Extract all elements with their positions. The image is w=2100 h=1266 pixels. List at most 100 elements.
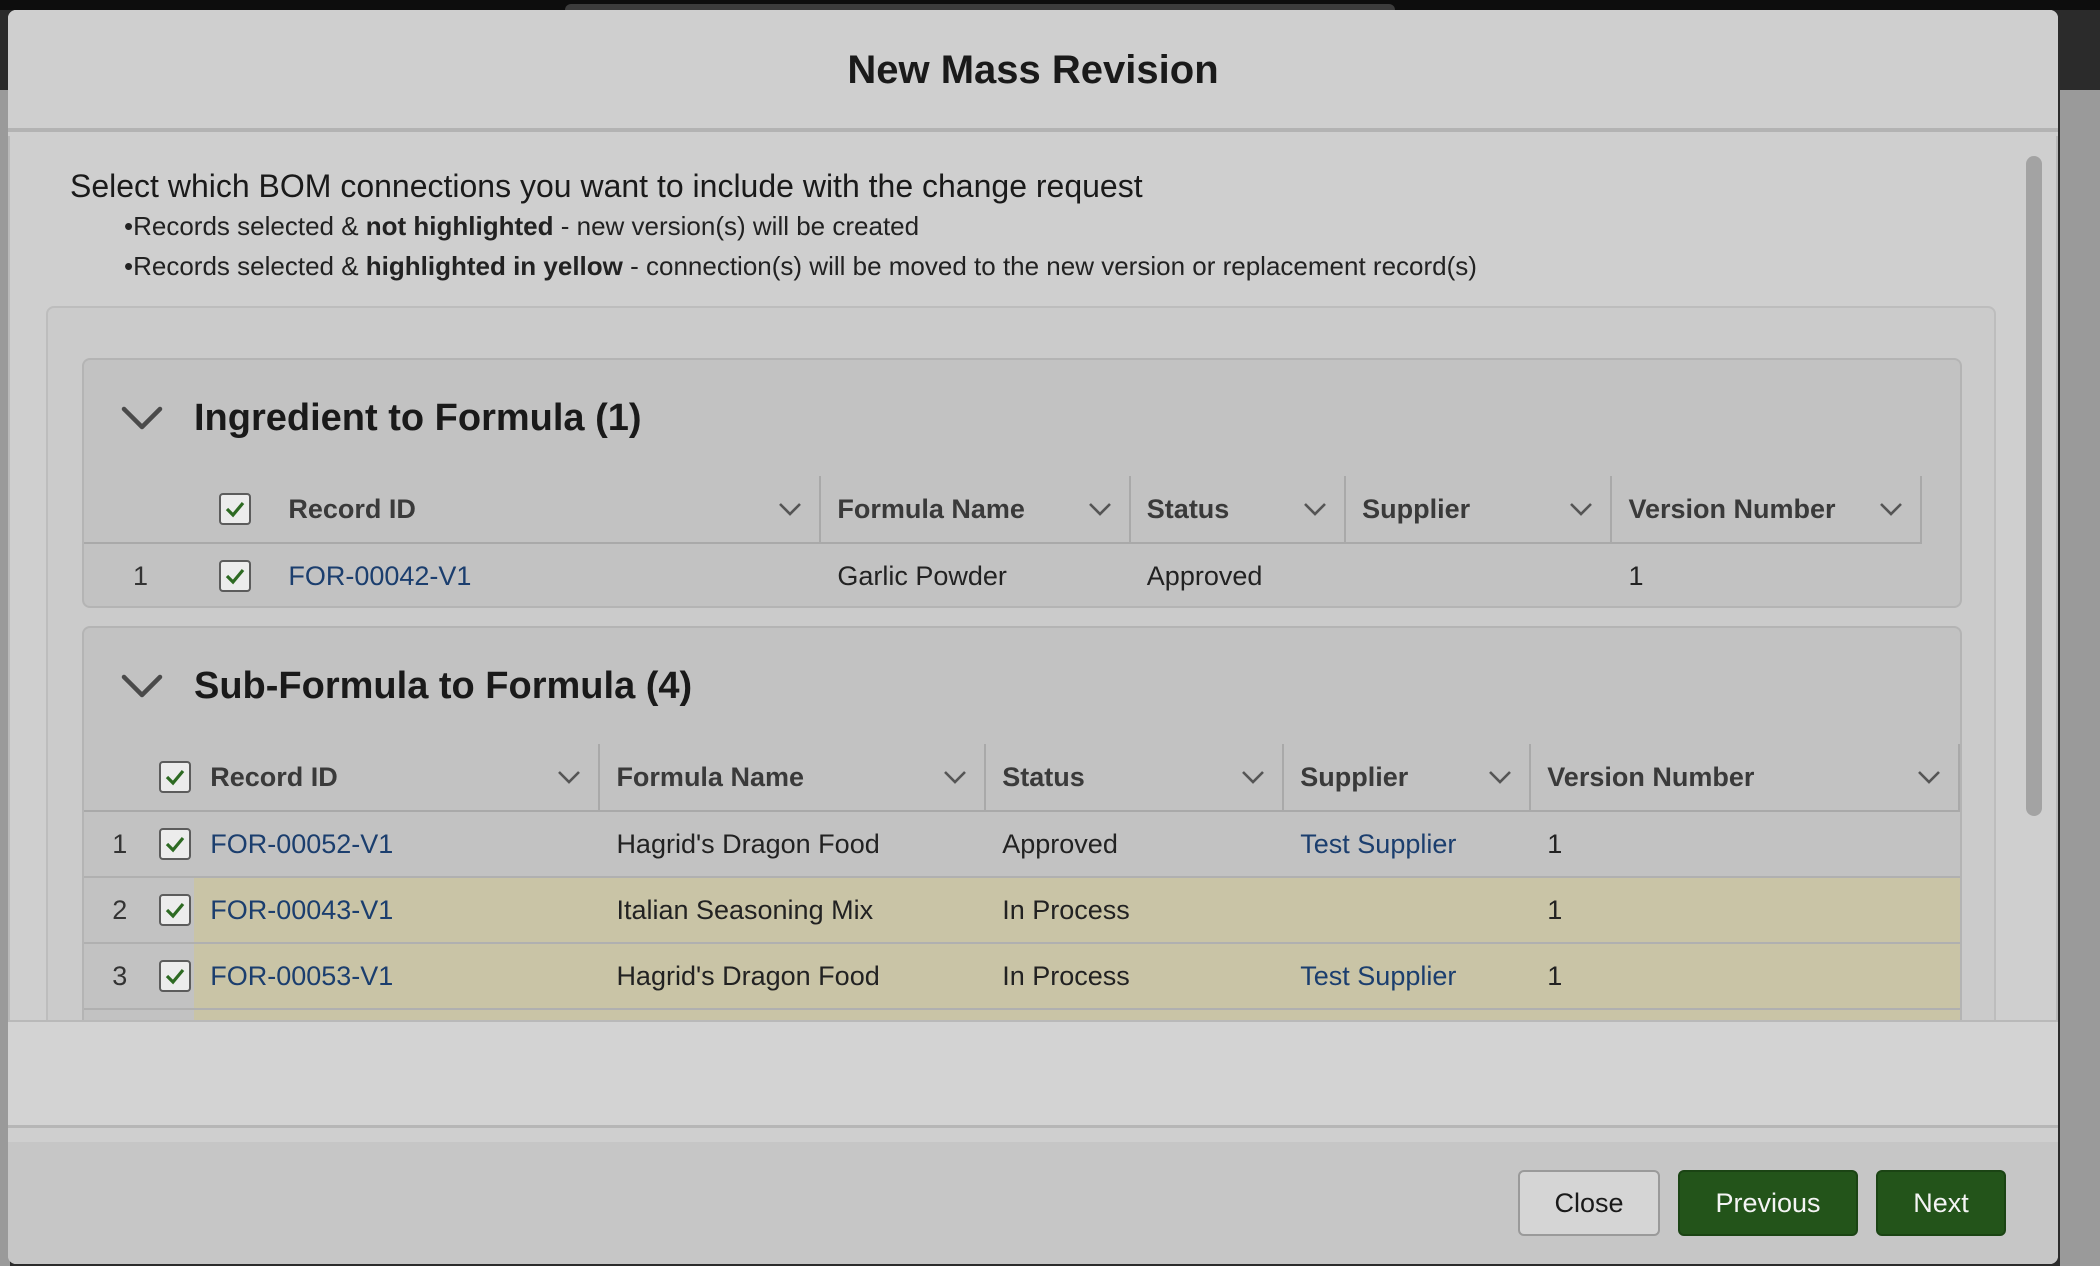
mass-revision-modal: New Mass Revision Select which BOM conne… <box>8 10 2058 1264</box>
column-label: Formula Name <box>837 493 1025 524</box>
modal-footer: Close Previous Next <box>8 1142 2058 1264</box>
column-header-status[interactable]: Status <box>1130 476 1347 544</box>
version-cell: 1 <box>1612 543 1922 606</box>
bullet: • <box>124 211 134 241</box>
version-cell: 1 <box>1531 811 1960 878</box>
row-select-cell <box>155 943 195 1010</box>
chevron-down-icon[interactable] <box>1302 500 1328 518</box>
table-header-row: Record ID Formula Name Status Supplier V… <box>84 744 1960 812</box>
sub-formula-table: Record ID Formula Name Status Supplier V… <box>84 744 1960 1020</box>
chevron-down-icon[interactable] <box>777 500 803 518</box>
status: In Process <box>1002 960 1130 991</box>
column-header-record-id[interactable]: Record ID <box>194 744 601 812</box>
chevron-down-icon[interactable] <box>1240 768 1266 786</box>
row-checkbox[interactable] <box>218 560 251 593</box>
table-row: 1 FOR-00052-V1 Hagrid's Dragon Food Appr… <box>84 811 1960 878</box>
chevron-down-icon[interactable] <box>116 392 168 444</box>
status: Approved <box>1002 828 1118 859</box>
chevron-down-icon[interactable] <box>1568 500 1594 518</box>
formula-name: Hagrid's Dragon Food <box>616 828 880 859</box>
chevron-down-icon[interactable] <box>116 660 168 712</box>
instruction-text: - connection(s) will be moved to the new… <box>622 251 1477 281</box>
supplier-link[interactable]: Test Supplier <box>1284 829 1531 860</box>
record-id-link[interactable]: FOR-00052-V1 <box>194 829 600 860</box>
column-label: Status <box>1146 493 1230 524</box>
row-checkbox[interactable] <box>158 828 191 861</box>
record-id-link[interactable]: FOR-00043-V1 <box>194 895 600 926</box>
formula-name: Italian Seasoning Mix <box>616 894 874 925</box>
column-header-record-id[interactable]: Record ID <box>272 476 822 544</box>
record-id-link[interactable]: FOR-00053-V1 <box>194 961 600 992</box>
scrollbar-thumb[interactable] <box>2026 156 2042 816</box>
chevron-down-icon[interactable] <box>1878 500 1904 518</box>
row-select-cell <box>197 543 273 606</box>
record-id-cell: FOR-00042-V1 <box>272 543 822 606</box>
formula-name-cell <box>600 1009 987 1020</box>
next-button[interactable]: Next <box>1876 1170 2006 1236</box>
formula-name-cell: Garlic Powder <box>821 543 1131 606</box>
instructions: Select which BOM connections you want to… <box>70 166 1970 286</box>
status-cell: Approved <box>1130 543 1347 606</box>
instructions-line-highlighted: •Records selected & highlighted in yello… <box>124 246 1970 286</box>
formula-name: Garlic Powder <box>837 560 1007 591</box>
chevron-down-icon[interactable] <box>556 768 582 786</box>
column-header-version-number[interactable]: Version Number <box>1531 744 1960 812</box>
checkmark-icon <box>165 969 185 985</box>
chevron-down-icon[interactable] <box>1087 500 1113 518</box>
column-header-status[interactable]: Status <box>986 744 1285 812</box>
status: Approved <box>1146 560 1263 591</box>
formula-name-cell: Hagrid's Dragon Food <box>600 943 987 1010</box>
checkmark-icon <box>225 569 244 585</box>
row-number <box>84 1009 156 1020</box>
supplier-link[interactable]: Test Supplier <box>1284 961 1531 992</box>
version-cell: 1 <box>1531 943 1960 1010</box>
column-header-version-number[interactable]: Version Number <box>1612 476 1922 544</box>
record-id-cell: FOR-00052-V1 <box>194 811 601 878</box>
row-select-cell <box>155 1009 195 1020</box>
modal-title: New Mass Revision <box>847 47 1219 92</box>
version-cell: 1 <box>1531 877 1960 944</box>
previous-button[interactable]: Previous <box>1678 1170 1858 1236</box>
chevron-down-icon[interactable] <box>1487 768 1513 786</box>
column-label: Version Number <box>1628 493 1836 524</box>
record-id-cell: FOR-00043-V1 <box>194 877 601 944</box>
table-row: 1 FOR-00042-V1 Garlic Powder Approved 1 <box>84 543 1922 606</box>
modal-header: New Mass Revision <box>8 10 2058 132</box>
status-cell: In Process <box>986 877 1285 944</box>
select-all-header <box>197 476 273 544</box>
table-row-highlighted: 2 FOR-00043-V1 Italian Seasoning Mix In … <box>84 877 1960 944</box>
chevron-down-icon[interactable] <box>942 768 968 786</box>
row-select-cell <box>155 811 195 878</box>
status: In Process <box>1002 894 1130 925</box>
version-cell <box>1531 1009 1960 1020</box>
formula-name: Hagrid's Dragon Food <box>616 960 880 991</box>
row-checkbox[interactable] <box>158 960 191 993</box>
row-checkbox[interactable] <box>158 894 191 927</box>
instruction-text: Records selected & <box>133 251 366 281</box>
version-number: 1 <box>1547 894 1563 925</box>
checkmark-icon <box>225 501 244 518</box>
section-header: Sub-Formula to Formula (4) <box>84 628 1960 744</box>
instructions-title: Select which BOM connections you want to… <box>70 168 1143 204</box>
section-header: Ingredient to Formula (1) <box>84 360 1960 476</box>
record-id-link[interactable]: FOR-00042-V1 <box>272 561 821 592</box>
column-label: Supplier <box>1300 761 1409 792</box>
close-button[interactable]: Close <box>1518 1170 1660 1236</box>
select-all-checkbox[interactable] <box>158 761 191 793</box>
supplier-cell <box>1346 543 1613 606</box>
column-header-supplier[interactable]: Supplier <box>1284 744 1532 812</box>
formula-name-cell: Hagrid's Dragon Food <box>600 811 987 878</box>
row-number: 3 <box>84 943 156 1010</box>
select-all-checkbox[interactable] <box>218 493 251 525</box>
supplier-cell: Test Supplier <box>1284 943 1532 1010</box>
modal-body-scrollbar[interactable] <box>2024 146 2044 1012</box>
ingredient-table: Record ID Formula Name Status Supplier V… <box>84 476 1922 606</box>
chevron-down-icon[interactable] <box>1916 768 1942 786</box>
bom-connections-card: Ingredient to Formula (1) Record ID Form… <box>46 306 1996 1020</box>
column-header-supplier[interactable]: Supplier <box>1346 476 1613 544</box>
column-header-formula-name[interactable]: Formula Name <box>821 476 1131 544</box>
record-id-cell <box>194 1009 601 1020</box>
row-select-cell <box>155 877 195 944</box>
supplier-cell <box>1284 1009 1532 1020</box>
column-header-formula-name[interactable]: Formula Name <box>600 744 987 812</box>
